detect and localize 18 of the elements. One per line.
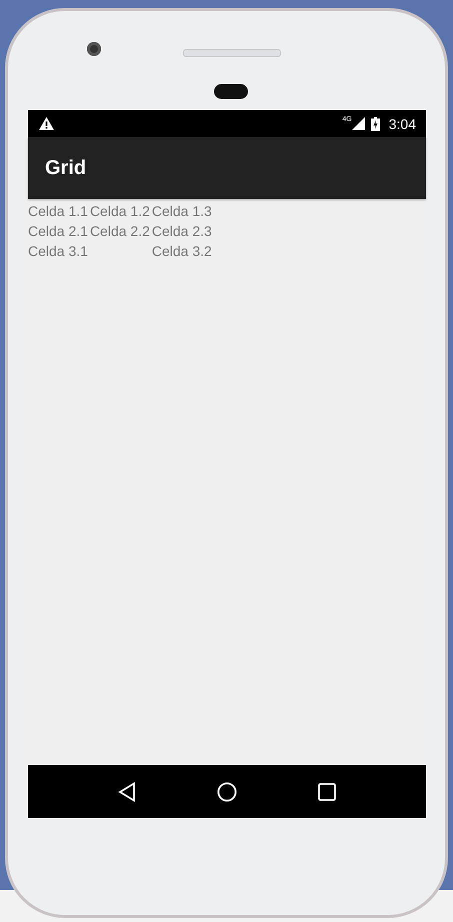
grid-cell-text: Celda 3.2 (152, 242, 213, 261)
app-title: Grid (45, 156, 86, 180)
status-time: 3:04 (388, 116, 416, 132)
camera-lens (87, 42, 101, 56)
grid-cell-text: Celda 3.1 (28, 242, 89, 261)
recents-icon[interactable] (318, 782, 336, 800)
home-icon[interactable] (216, 782, 237, 802)
grid-cell-text: Celda 1.3 (152, 202, 213, 221)
battery-charging-icon (370, 116, 380, 130)
grid-cell-text: Celda 2.3 (152, 222, 213, 241)
grid-cell-text: Celda 2.1 (28, 222, 89, 241)
grid-cell-text: Celda 2.2 (90, 222, 151, 241)
back-icon[interactable] (118, 782, 136, 802)
sensor (214, 84, 248, 99)
grid-cell-text: Celda 1.2 (90, 202, 151, 221)
warning-icon (39, 117, 54, 130)
grid-cell-text: Celda 1.1 (28, 202, 89, 221)
signal-icon (352, 117, 365, 130)
